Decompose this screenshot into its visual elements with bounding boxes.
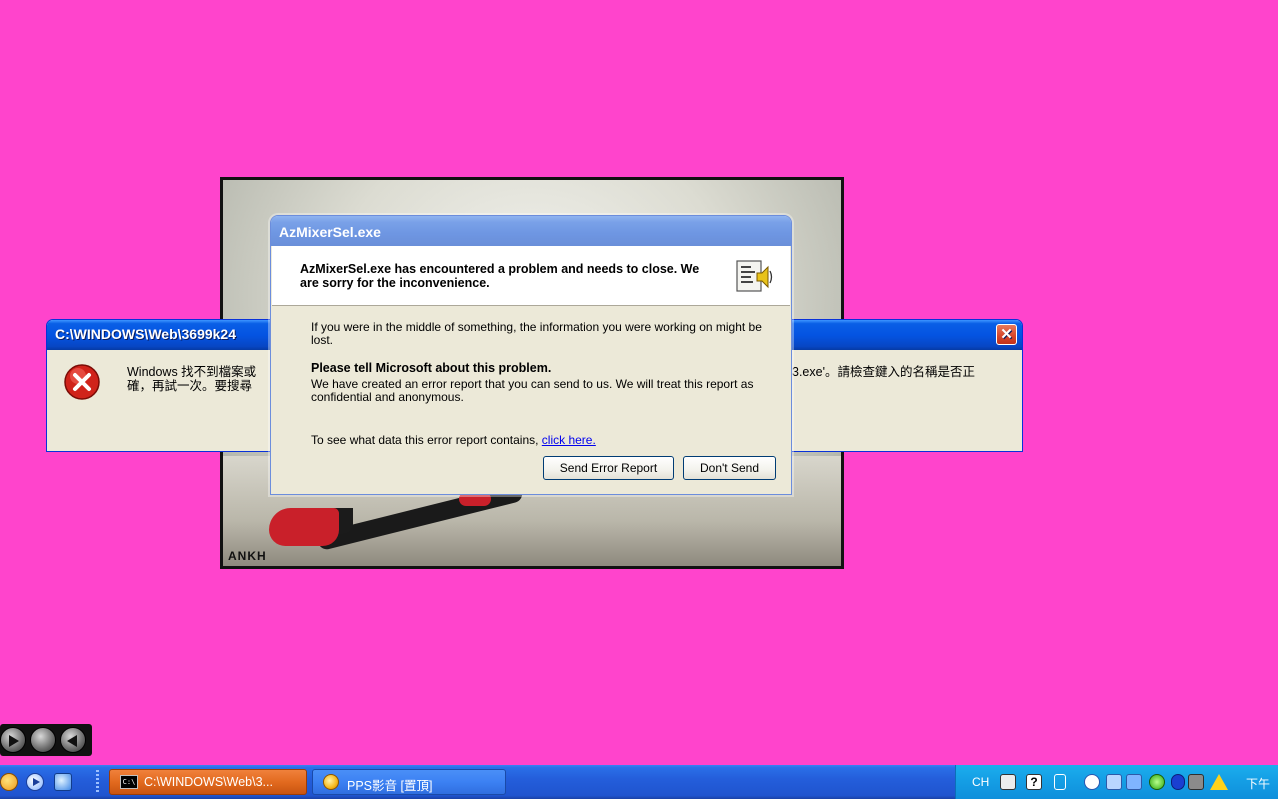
quick-launch-ie-icon[interactable] xyxy=(54,773,72,791)
message-right: 3.exe'。請檢查鍵入的名稱是否正 xyxy=(792,365,975,379)
task-button-cmd[interactable]: C:\ C:\WINDOWS\Web\3... xyxy=(109,769,307,795)
error-report-header-text: AzMixerSel.exe has encountered a problem… xyxy=(300,262,700,290)
wallpaper-signature: ANKH xyxy=(228,549,267,563)
error-report-body: If you were in the middle of something, … xyxy=(311,321,771,447)
system-tray: CH ? 下午 xyxy=(955,765,1278,799)
cmd-icon: C:\ xyxy=(120,775,138,789)
tell-microsoft-heading: Please tell Microsoft about this problem… xyxy=(311,361,552,375)
quick-launch-media-icon[interactable] xyxy=(26,773,44,791)
message-left: Windows 找不到檔案或 xyxy=(127,365,257,379)
help-icon[interactable]: ? xyxy=(1026,774,1042,790)
error-report-header: AzMixerSel.exe has encountered a problem… xyxy=(272,246,790,306)
stop-button[interactable] xyxy=(30,727,56,753)
file-not-found-title: C:\WINDOWS\Web\3699k24 xyxy=(55,326,237,342)
play-button[interactable] xyxy=(0,727,26,753)
previous-icon xyxy=(67,735,77,747)
play-icon xyxy=(9,735,19,747)
taskbar: C:\ C:\WINDOWS\Web\3... PPS影音 [置頂] CH ? … xyxy=(0,765,1278,799)
task-button-pps[interactable]: PPS影音 [置頂] xyxy=(312,769,506,795)
language-indicator[interactable]: CH xyxy=(972,775,989,789)
ime-options-icon[interactable] xyxy=(1054,774,1066,790)
bluetooth-icon[interactable] xyxy=(1171,774,1185,790)
taskbar-grip[interactable] xyxy=(96,770,99,794)
speaker-document-icon xyxy=(736,260,773,292)
network-icon[interactable] xyxy=(1106,774,1122,790)
error-report-title: AzMixerSel.exe xyxy=(279,224,381,240)
error-report-titlebar[interactable]: AzMixerSel.exe xyxy=(271,216,791,246)
task-label-pps: PPS影音 [置頂] xyxy=(347,779,433,793)
see-data-prefix: To see what data this error report conta… xyxy=(311,433,542,447)
clock[interactable]: 下午 xyxy=(1246,775,1270,792)
wallpaper-red-shoe xyxy=(269,508,339,546)
mini-player-handle[interactable] xyxy=(2,714,28,727)
error-report-text: We have created an error report that you… xyxy=(311,377,754,404)
dont-send-button[interactable]: Don't Send xyxy=(683,456,776,480)
warning-icon[interactable] xyxy=(1210,774,1228,790)
antivirus-icon[interactable] xyxy=(1149,774,1165,790)
task-label-cmd: C:\WINDOWS\Web\3... xyxy=(144,775,273,789)
error-icon xyxy=(64,364,100,400)
error-report-dialog: AzMixerSel.exe AzMixerSel.exe has encoun… xyxy=(270,215,792,495)
error-info-text: If you were in the middle of something, … xyxy=(311,320,762,347)
see-data-line: To see what data this error report conta… xyxy=(311,434,771,447)
close-icon[interactable]: ✕ xyxy=(996,324,1017,345)
computer-icon[interactable] xyxy=(1188,774,1204,790)
click-here-link[interactable]: click here. xyxy=(542,433,596,447)
mini-media-player xyxy=(0,724,92,756)
network-connection-icon[interactable] xyxy=(1126,774,1142,790)
show-hidden-icons-icon[interactable] xyxy=(1084,774,1100,790)
previous-button[interactable] xyxy=(60,727,86,753)
quick-launch-app-icon[interactable] xyxy=(0,773,18,791)
keyboard-icon[interactable] xyxy=(1000,774,1016,790)
send-error-report-button[interactable]: Send Error Report xyxy=(543,456,674,480)
pps-icon xyxy=(323,774,339,790)
